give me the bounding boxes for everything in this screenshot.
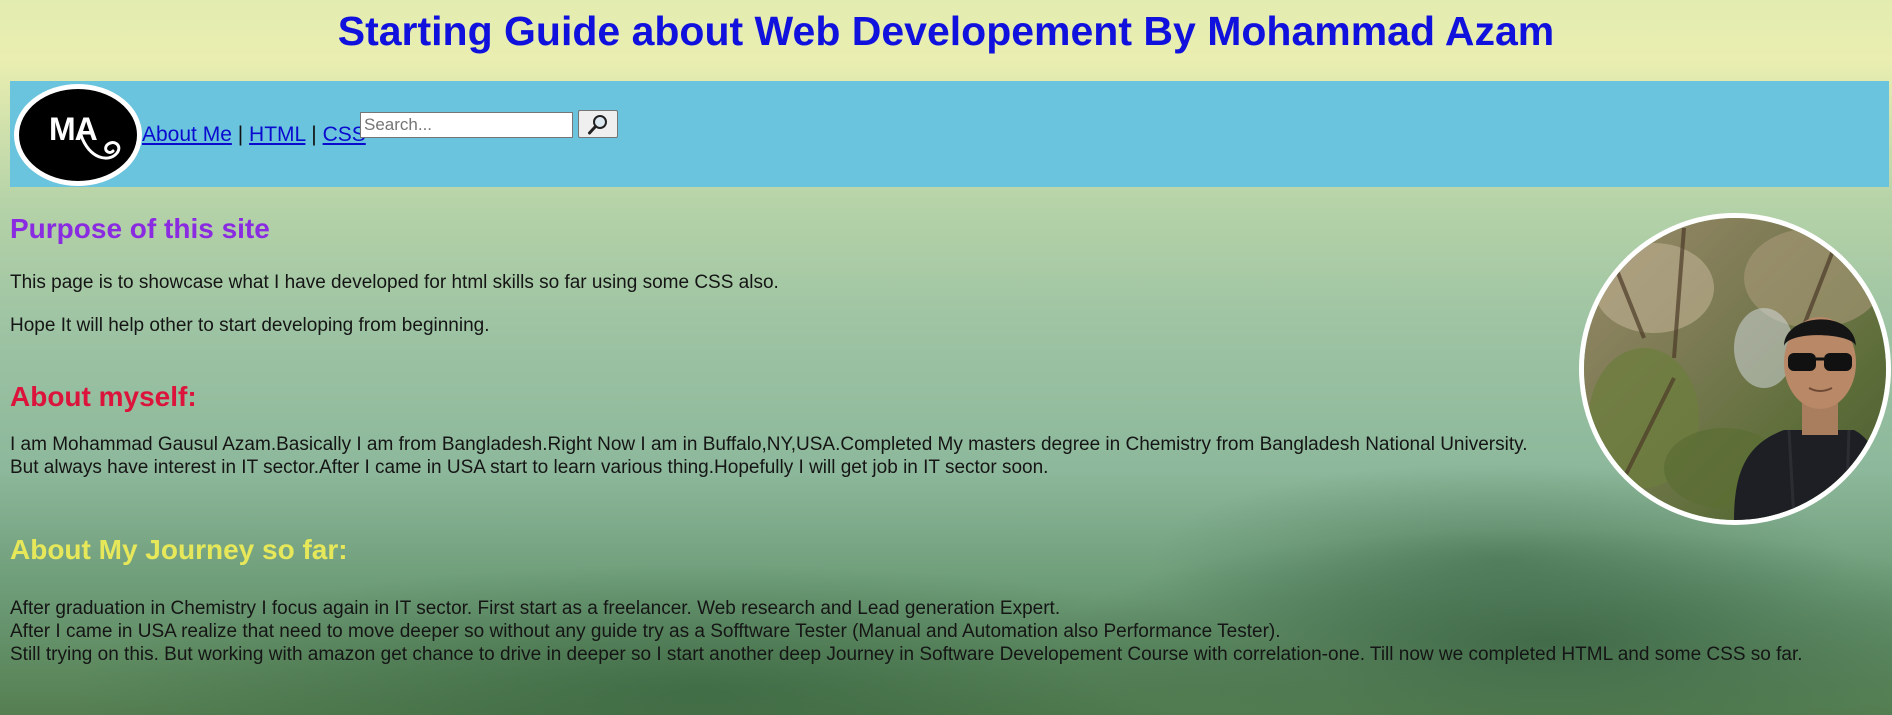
about-line-1: I am Mohammad Gausul Azam.Basically I am…	[10, 434, 1528, 455]
journey-line-2: After I came in USA realize that need to…	[10, 621, 1281, 642]
about-line-2: But always have interest in IT sector.Af…	[10, 457, 1049, 478]
magnifier-icon	[588, 115, 607, 135]
purpose-paragraph-1: This page is to showcase what I have dev…	[10, 272, 779, 293]
heading-purpose: Purpose of this site	[10, 213, 270, 244]
nav-separator: |	[237, 123, 244, 146]
navigation-bar: MA About Me | HTML | CSS	[10, 81, 1889, 187]
nav-link-html[interactable]: HTML	[249, 123, 305, 146]
profile-photo-image	[1584, 218, 1886, 520]
nav-separator: |	[311, 123, 317, 146]
logo-icon[interactable]: MA	[14, 84, 142, 186]
search-button[interactable]	[578, 110, 618, 138]
profile-photo	[1579, 213, 1891, 525]
journey-paragraph: After graduation in Chemistry I focus ag…	[10, 597, 1890, 666]
journey-line-3: Still trying on this. But working with a…	[10, 644, 1803, 665]
nav-links: About Me | HTML | CSS	[142, 122, 366, 148]
about-paragraph: I am Mohammad Gausul Azam.Basically I am…	[10, 433, 1560, 479]
purpose-paragraph-2: Hope It will help other to start develop…	[10, 315, 490, 336]
search-input[interactable]	[360, 112, 573, 138]
journey-line-1: After graduation in Chemistry I focus ag…	[10, 598, 1061, 619]
nav-link-about-me[interactable]: About Me	[142, 123, 232, 146]
heading-journey: About My Journey so far:	[10, 534, 348, 565]
page-title: Starting Guide about Web Developement By…	[337, 8, 1555, 54]
logo-swirl-icon	[79, 133, 121, 160]
heading-about-myself: About myself:	[10, 381, 197, 412]
